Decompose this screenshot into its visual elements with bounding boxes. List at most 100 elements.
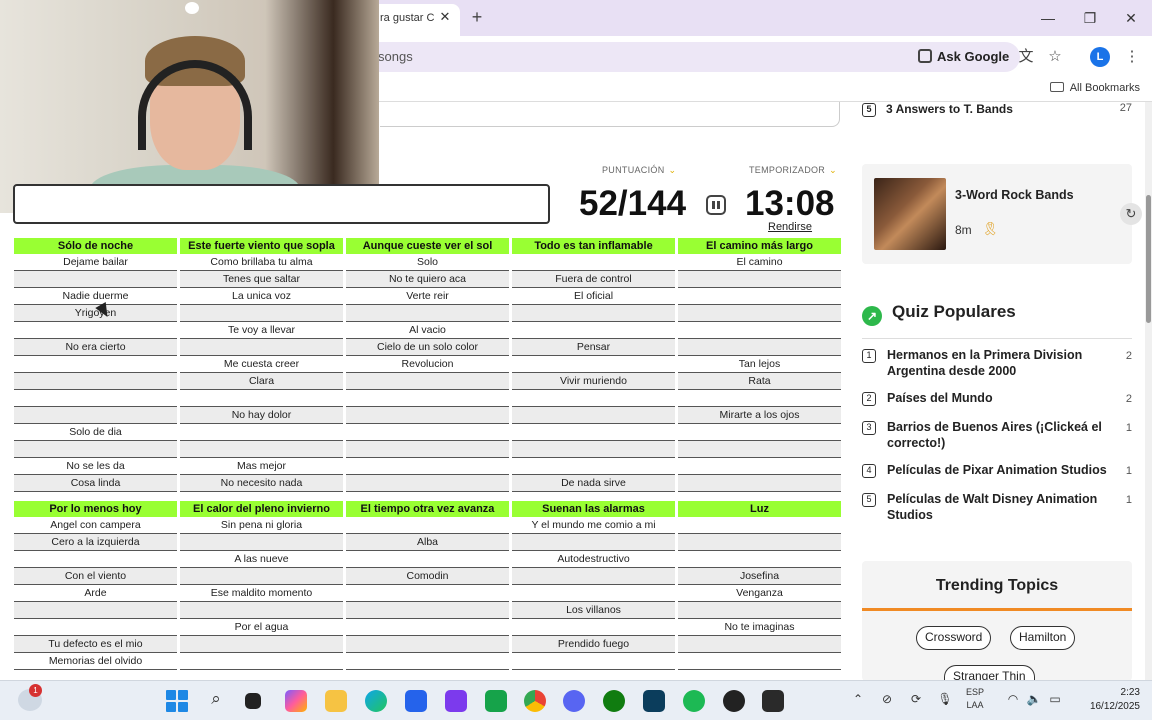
popular-prev-item[interactable]: 5 3 Answers to T. Bands 27: [862, 102, 1132, 120]
answer-cell: Como brillaba tu alma: [180, 254, 343, 271]
category-header: Este fuerte viento que sopla: [180, 238, 343, 254]
discord-icon[interactable]: [563, 690, 585, 712]
answer-cell: No necesito nada: [180, 475, 343, 492]
topic-chip[interactable]: Hamilton: [1010, 626, 1076, 650]
start-icon[interactable]: [166, 690, 188, 712]
tab-title: ra gustar C: [380, 12, 435, 24]
answer-cell: [678, 305, 841, 322]
notification-badge: 1: [29, 684, 42, 697]
category-column: Sólo de noche Dejame bailar Nadie duerme Yr…: [14, 238, 177, 492]
profile-avatar[interactable]: L: [1090, 47, 1110, 67]
topic-chip[interactable]: Crossword: [916, 626, 992, 650]
answer-cell: Mas mejor: [180, 458, 343, 475]
language-indicator[interactable]: ESP LAA: [966, 686, 984, 712]
ask-google-button[interactable]: Ask Google: [918, 48, 1009, 66]
answer-cell: El camino: [678, 254, 841, 271]
chevron-up-icon[interactable]: ⌃: [850, 692, 866, 706]
quiz-card[interactable]: 3-Word Rock Bands 8m 🎗: [862, 164, 1132, 264]
page-scrollbar[interactable]: [1145, 102, 1152, 680]
lang-line2: LAA: [966, 700, 984, 710]
spotify-icon[interactable]: [683, 690, 705, 712]
answer-cell: No te quiero aca: [346, 271, 509, 288]
answer-cell: No hay dolor: [180, 407, 343, 424]
microphone-icon[interactable]: 🎙: [937, 692, 953, 706]
xbox-icon[interactable]: [603, 690, 625, 712]
tray-icon[interactable]: ⟳: [908, 692, 924, 706]
ceiling-lamp: [185, 2, 199, 14]
popular-quiz-title: Barrios de Buenos Aires (¡Clickeá el cor…: [887, 420, 1102, 450]
category-header: Todo es tan inflamable: [512, 238, 675, 254]
answer-cell: Me cuesta creer: [180, 356, 343, 373]
answer-cell: [180, 305, 343, 322]
answer-cell: [346, 585, 509, 602]
card-time: 8m: [955, 223, 972, 237]
answer-cell: [678, 339, 841, 356]
answer-cell: [346, 424, 509, 441]
answer-cell: [512, 534, 675, 551]
folder-icon: [1049, 82, 1064, 92]
chrome-icon[interactable]: [524, 690, 546, 712]
answer-cell: [512, 407, 675, 424]
answer-cell: Nadie duerme: [14, 288, 177, 305]
answer-cell: [14, 373, 177, 390]
copilot-icon[interactable]: [285, 690, 307, 712]
search-icon[interactable]: ⌕: [208, 689, 224, 709]
answer-input[interactable]: [13, 184, 550, 224]
windows-taskbar: 1 ⌕ ⌃ ⊘ ⟳ 🎙 ESP LAA ◠ 🔈 ▭ 2:23 16/12/2025: [0, 680, 1152, 720]
category-column: Aunque cueste ver el sol Solo No te quiero…: [346, 238, 509, 492]
minimize-icon[interactable]: —: [1038, 8, 1058, 28]
popular-quiz-count: 2: [1125, 350, 1132, 362]
answer-cell: Venganza: [678, 585, 841, 602]
translate-icon[interactable]: 文: [1017, 48, 1035, 66]
answer-cell: Pensar: [512, 339, 675, 356]
epic-games-icon[interactable]: [762, 690, 784, 712]
app-icon[interactable]: [723, 690, 745, 712]
trending-underline: [862, 608, 1132, 611]
scrollbar-thumb[interactable]: [1146, 195, 1151, 323]
close-window-icon[interactable]: ✕: [1121, 8, 1141, 28]
answer-cell: [14, 441, 177, 458]
answer-cell: [512, 585, 675, 602]
category-column: El calor del pleno invierno Sin pena ni g…: [180, 501, 343, 670]
answer-cell: Rata: [678, 373, 841, 390]
award-icon: 🎗: [982, 221, 999, 236]
popular-title-text: Quiz Populares: [892, 302, 1016, 321]
new-tab-icon[interactable]: +: [468, 8, 486, 26]
close-tab-icon[interactable]: ✕: [438, 10, 452, 24]
answer-cell: [678, 322, 841, 339]
volume-icon[interactable]: 🔈: [1026, 692, 1042, 706]
answer-cell: [512, 322, 675, 339]
all-bookmarks-button[interactable]: All Bookmarks: [1049, 82, 1140, 94]
answer-cell: [512, 390, 675, 407]
disney-plus-icon[interactable]: [643, 690, 665, 712]
restore-icon[interactable]: ❐: [1080, 8, 1100, 28]
file-explorer-icon[interactable]: [325, 690, 347, 712]
answer-cell: [180, 653, 343, 670]
task-view-icon[interactable]: [245, 693, 261, 709]
app-icon[interactable]: [485, 690, 507, 712]
menu-kebab-icon[interactable]: ⋮: [1123, 48, 1141, 66]
answer-cell: [14, 356, 177, 373]
popular-quiz-count: 1: [1125, 422, 1132, 434]
wifi-icon[interactable]: ◠: [1005, 692, 1021, 706]
refresh-icon[interactable]: ↻: [1120, 203, 1142, 225]
edge-icon[interactable]: [365, 690, 387, 712]
topic-chip[interactable]: Stranger Thin: [944, 665, 1035, 681]
answer-cell: [14, 551, 177, 568]
pause-button[interactable]: [706, 195, 726, 215]
answer-cell: [678, 441, 841, 458]
answer-cell: Y el mundo me comio a mi: [512, 517, 675, 534]
category-column: El camino más largo El camino Tan lejos Rat…: [678, 238, 841, 492]
store-icon[interactable]: [405, 690, 427, 712]
battery-icon[interactable]: ▭: [1047, 692, 1063, 706]
bookmark-star-icon[interactable]: ☆: [1046, 48, 1064, 66]
answer-cell: [678, 424, 841, 441]
answer-cell: Cosa linda: [14, 475, 177, 492]
give-up-link[interactable]: Rendirse: [768, 221, 812, 233]
answer-cell: Memorias del olvido: [14, 653, 177, 670]
system-clock[interactable]: 2:23 16/12/2025: [1078, 686, 1140, 714]
answer-cell: Cero a la izquierda: [14, 534, 177, 551]
tray-icon[interactable]: ⊘: [879, 692, 895, 706]
answer-cell: [346, 441, 509, 458]
app-icon[interactable]: [445, 690, 467, 712]
